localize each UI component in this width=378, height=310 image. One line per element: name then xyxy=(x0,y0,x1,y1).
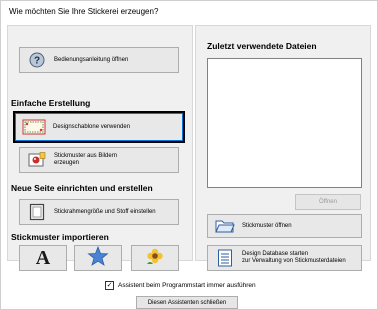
recent-files-list[interactable] xyxy=(207,58,362,188)
close-assistant-button[interactable]: Diesen Assistenten schließen xyxy=(136,296,238,309)
wizard-dialog: Wie möchten Sie Ihre Stickerei erzeugen?… xyxy=(0,0,378,310)
start-design-database-label: Design Database starten zur Verwaltung v… xyxy=(242,251,346,264)
always-run-assistant-option[interactable]: ✓ Assistent beim Programmstart immer aus… xyxy=(105,281,256,290)
photo-icon xyxy=(26,151,48,169)
open-pattern-button[interactable]: Stickmuster öffnen xyxy=(207,214,362,238)
recent-files-label: Zuletzt verwendete Dateien xyxy=(207,41,317,51)
database-list-icon xyxy=(214,249,236,267)
folder-open-icon xyxy=(214,217,236,235)
use-design-template-button[interactable]: Designschablone verwenden xyxy=(13,111,185,143)
dialog-title: Wie möchten Sie Ihre Stickerei erzeugen? xyxy=(9,7,159,16)
open-manual-button[interactable]: ? Bedienungsanleitung öffnen xyxy=(19,47,179,73)
design-template-icon xyxy=(21,118,47,136)
open-recent-button[interactable]: Öffnen xyxy=(295,194,361,210)
flower-icon xyxy=(144,246,166,271)
always-run-assistant-checkbox[interactable]: ✓ xyxy=(105,281,114,290)
hoop-fabric-settings-label: Stickrahmengröße und Stoff einstellen xyxy=(54,208,156,215)
hoop-fabric-settings-button[interactable]: Stickrahmengröße und Stoff einstellen xyxy=(19,199,179,225)
svg-text:?: ? xyxy=(34,56,40,67)
open-pattern-label: Stickmuster öffnen xyxy=(242,222,292,229)
import-font-button[interactable]: A xyxy=(19,245,67,271)
star-shape-icon xyxy=(87,245,109,271)
pattern-from-image-label: Stickmuster aus Bildern erzeugen xyxy=(54,153,118,166)
help-icon: ? xyxy=(26,51,48,69)
use-design-template-label: Designschablone verwenden xyxy=(53,123,131,130)
font-a-icon: A xyxy=(35,246,51,269)
start-design-database-button[interactable]: Design Database starten zur Verwaltung v… xyxy=(207,245,362,271)
open-manual-label: Bedienungsanleitung öffnen xyxy=(54,56,129,63)
section-import-patterns: Stickmuster importieren xyxy=(11,232,109,242)
section-simple-creation: Einfache Erstellung xyxy=(11,98,91,108)
section-new-page: Neue Seite einrichten und erstellen xyxy=(11,183,153,193)
always-run-assistant-label: Assistent beim Programmstart immer ausfü… xyxy=(118,282,256,289)
hoop-icon xyxy=(26,203,48,221)
import-shape-button[interactable] xyxy=(74,245,122,271)
import-design-button[interactable] xyxy=(131,245,179,271)
pattern-from-image-button[interactable]: Stickmuster aus Bildern erzeugen xyxy=(19,147,179,173)
